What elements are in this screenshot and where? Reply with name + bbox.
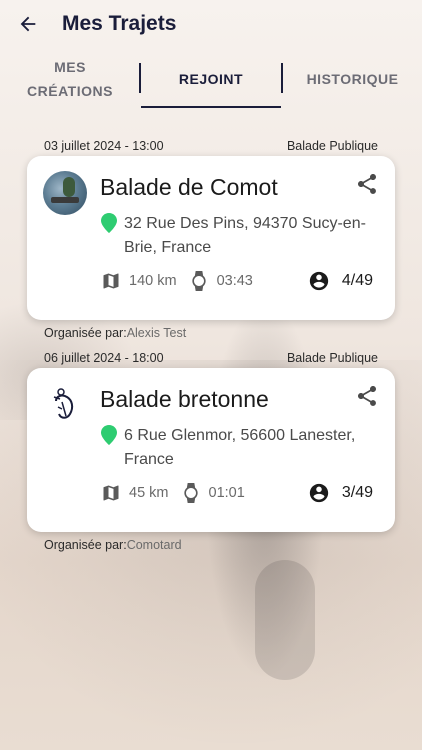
ride-stats: 45 km 01:01 3/49 — [101, 480, 373, 506]
share-icon — [358, 174, 376, 194]
ride-distance: 45 km — [101, 483, 169, 503]
ride-avatar-logo — [43, 383, 87, 427]
ride-distance: 140 km — [101, 271, 177, 291]
ride-card[interactable]: Balade bretonne 6 Rue Glenmor, 56600 Lan… — [27, 368, 395, 532]
tab-bar: MES CRÉATIONS REJOINT HISTORIQUE — [0, 50, 422, 110]
location-pin-icon — [101, 425, 117, 445]
ride-visibility: Balade Publique — [286, 351, 378, 365]
ride-card[interactable]: Balade de Comot 32 Rue Des Pins, 94370 S… — [27, 156, 395, 320]
user-circle-icon — [309, 483, 329, 503]
ride-visibility: Balade Publique — [286, 139, 378, 153]
back-button[interactable] — [14, 10, 42, 38]
ride-organizer: Organisée par:Comotard — [44, 538, 182, 552]
ride-meta-row: 03 juillet 2024 - 13:00 Balade Publique — [44, 138, 378, 154]
tab-rejoint[interactable]: REJOINT — [141, 50, 281, 108]
share-button[interactable] — [355, 172, 379, 196]
app-header: Mes Trajets — [0, 0, 422, 48]
ride-duration: 03:43 — [189, 270, 253, 292]
location-pin-icon — [101, 213, 117, 233]
share-icon — [358, 386, 376, 406]
ride-datetime: 03 juillet 2024 - 13:00 — [44, 139, 164, 153]
ride-meta-row: 06 juillet 2024 - 18:00 Balade Publique — [44, 350, 378, 366]
ride-organizer: Organisée par:Alexis Test — [44, 326, 187, 340]
ride-datetime: 06 juillet 2024 - 18:00 — [44, 351, 164, 365]
tab-historique[interactable]: HISTORIQUE — [283, 50, 422, 108]
active-tab-indicator — [141, 106, 281, 108]
ride-avatar-photo — [43, 171, 87, 215]
ride-participants: 3/49 — [308, 482, 373, 504]
map-icon — [103, 485, 119, 501]
ride-title: Balade bretonne — [100, 386, 269, 412]
ride-stats: 140 km 03:43 4/49 — [101, 268, 373, 294]
watch-icon — [191, 271, 206, 291]
arrow-left-icon — [20, 16, 36, 32]
user-circle-icon — [309, 271, 329, 291]
tab-mes-creations[interactable]: MES CRÉATIONS — [0, 50, 140, 108]
ride-address: 6 Rue Glenmor, 56600 Lanester, France — [124, 427, 356, 468]
ride-address: 32 Rue Des Pins, 94370 Sucy-en-Brie, Fra… — [124, 215, 366, 256]
page-title: Mes Trajets — [62, 12, 177, 35]
share-button[interactable] — [355, 384, 379, 408]
map-icon — [103, 273, 119, 289]
ride-title: Balade de Comot — [100, 174, 278, 200]
ride-participants: 4/49 — [308, 270, 373, 292]
helmet-logo-icon — [53, 388, 74, 419]
watch-icon — [183, 483, 198, 503]
ride-duration: 01:01 — [181, 482, 245, 504]
